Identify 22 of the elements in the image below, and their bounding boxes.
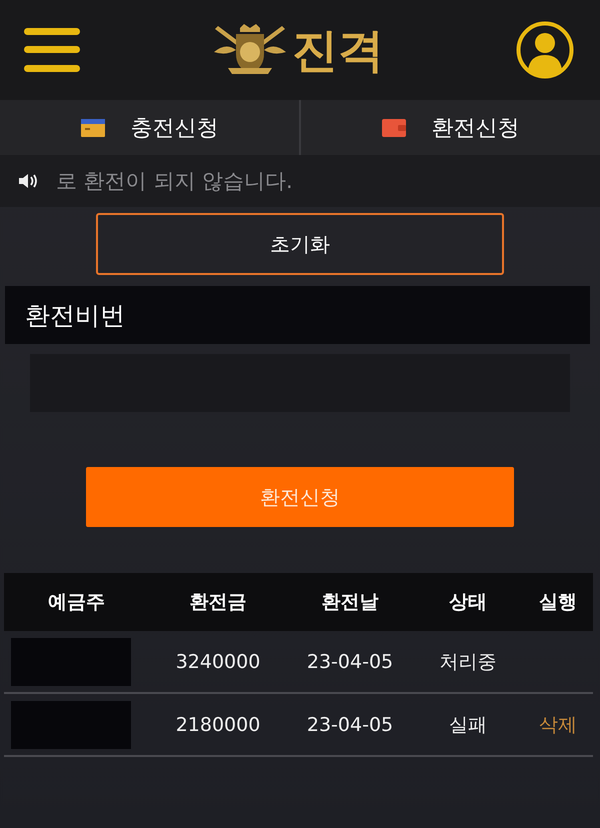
- column-header: 상태: [448, 590, 488, 615]
- table-cell-text: 처리중: [438, 650, 498, 674]
- table-cell-text: 23-04-05: [306, 714, 394, 736]
- table-cell-text: 실패: [448, 712, 488, 738]
- delete-link[interactable]: 삭제: [539, 712, 577, 738]
- menu-icon[interactable]: [24, 28, 80, 72]
- wallet-icon: [382, 118, 406, 136]
- column-header: 예금주: [47, 590, 106, 615]
- notice-text: 로 환전이 되지 않습니다.: [56, 168, 293, 195]
- speaker-icon: [18, 173, 38, 189]
- column-header: 환전날: [320, 590, 380, 615]
- reset-button[interactable]: 초기화: [96, 213, 504, 275]
- table-cell-text: 23-04-05: [306, 650, 394, 672]
- logo-text: 진격: [292, 27, 384, 73]
- table-cell-text: 2180000: [174, 714, 262, 736]
- column-header: 환전금: [188, 590, 248, 615]
- column-header: 실행: [538, 590, 578, 615]
- section-title: 환전비번: [25, 300, 125, 332]
- table-cell-text: 3240000: [174, 650, 262, 672]
- user-avatar-icon[interactable]: [516, 21, 574, 79]
- tab[interactable]: 충전신청: [0, 100, 299, 155]
- card-icon: [80, 118, 104, 136]
